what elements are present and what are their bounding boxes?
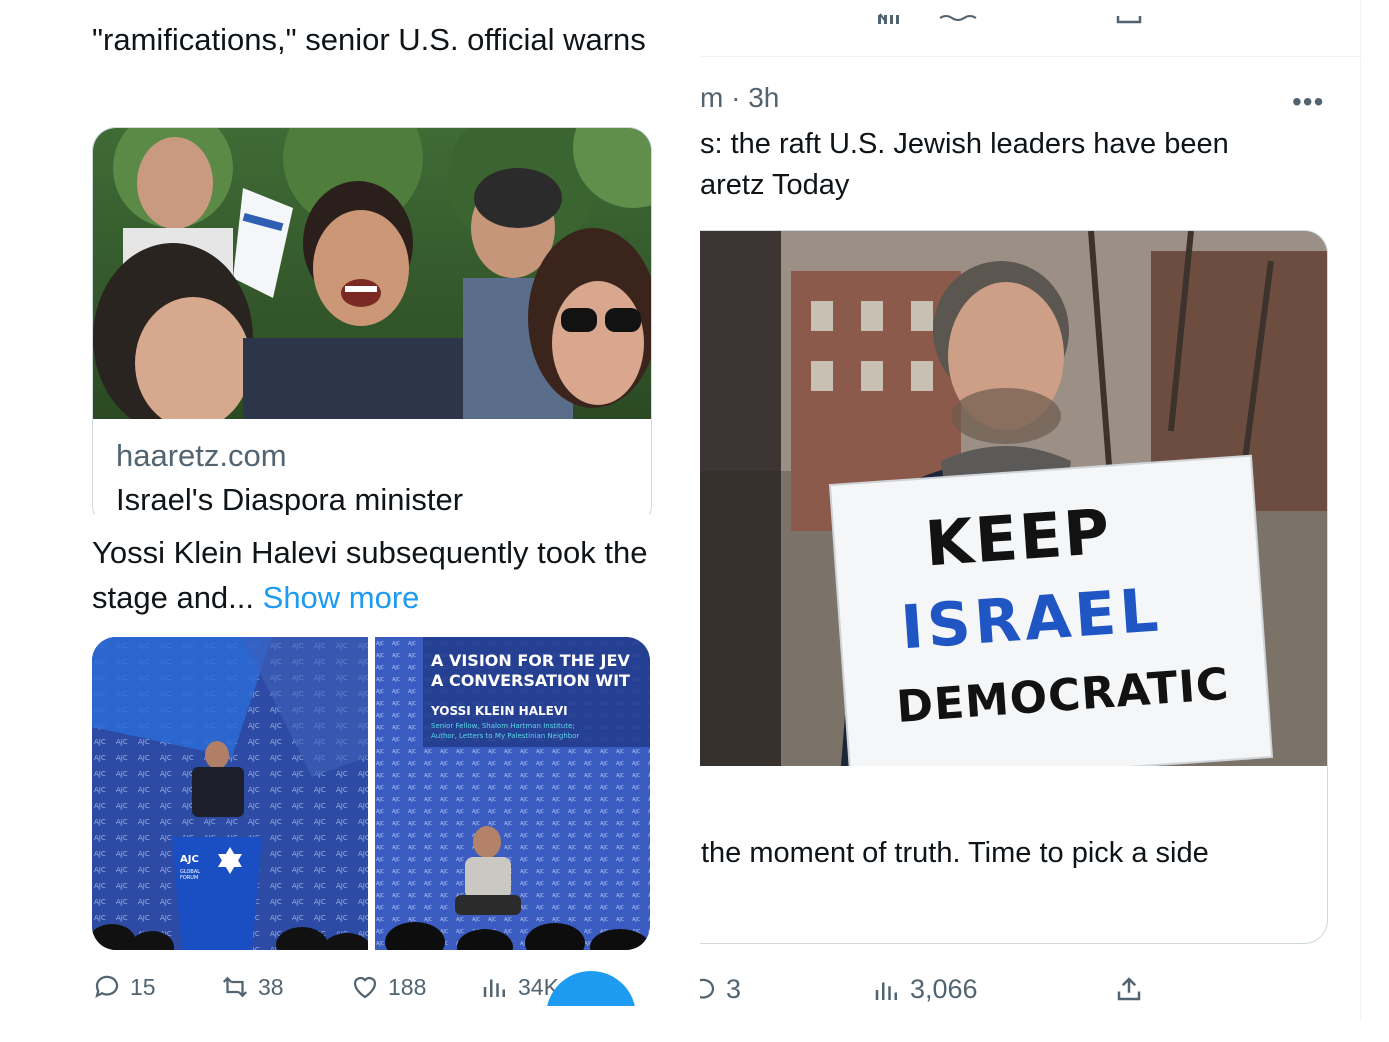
repost-button[interactable]: 38: [220, 972, 284, 1002]
media-photo-conversation[interactable]: AJC A VISION FOR THE JEV A CONVERSATION …: [375, 637, 650, 950]
link-card-image-protester[interactable]: KEEP ISRAEL DEMOCRATIC: [700, 231, 1327, 766]
link-card-domain: haaretz.com: [116, 438, 287, 473]
link-card[interactable]: KEEP ISRAEL DEMOCRATIC the moment of tru…: [700, 230, 1328, 944]
views-button[interactable]: 34K: [480, 972, 559, 1002]
more-options-button[interactable]: •••: [1292, 86, 1324, 118]
reply-count: 3: [726, 974, 742, 1004]
like-count: 188: [388, 973, 427, 1000]
link-card-title[interactable]: the moment of truth. Time to pick a side: [701, 837, 1209, 870]
sign-line-2: ISRAEL: [898, 575, 1165, 664]
reply-button[interactable]: 15: [92, 972, 156, 1002]
media-photo-speaker[interactable]: AJC AJC GLOBAL FORUM: [92, 637, 368, 950]
tweet-text: s: the raft U.S. Jewish leaders have bee…: [700, 128, 1229, 201]
protest-sign: KEEP ISRAEL DEMOCRATIC: [831, 456, 1271, 766]
svg-text:A VISION FOR THE JEV: A VISION FOR THE JEV: [431, 651, 630, 670]
left-tweet: "ramifications," senior U.S. official wa…: [0, 0, 700, 1042]
svg-text:Author, Letters to My Palestin: Author, Letters to My Palestinian Neighb…: [431, 732, 580, 740]
show-more-link[interactable]: Show more: [263, 580, 420, 615]
svg-text:YOSSI KLEIN HALEVI: YOSSI KLEIN HALEVI: [430, 704, 568, 718]
repost-count: 38: [258, 973, 284, 1000]
views-icon: [483, 979, 505, 997]
quoted-headline: "ramifications," senior U.S. official wa…: [92, 22, 646, 57]
svg-text:FORUM: FORUM: [180, 875, 198, 881]
repost-icon: [222, 976, 248, 998]
like-button[interactable]: 188: [350, 972, 426, 1002]
reply-icon: [95, 975, 119, 998]
podium-logo: AJC: [180, 854, 199, 865]
divider: [700, 56, 1362, 57]
views-count: 3,066: [910, 974, 978, 1004]
link-card-image[interactable]: [93, 128, 651, 419]
reply-icon: [700, 978, 715, 999]
views-button[interactable]: 3,066: [872, 974, 978, 1005]
column-border: [1360, 0, 1361, 1020]
link-card-title[interactable]: Israel's Diaspora minister: [116, 482, 463, 518]
sign-line-3: DEMOCRATIC: [894, 658, 1231, 733]
reply-count: 15: [130, 973, 156, 1000]
fab-clip-mask: [540, 1006, 700, 1042]
previous-tweet-actions-partial: [700, 0, 1362, 28]
svg-text:Senior Fellow, Shalom Hartman: Senior Fellow, Shalom Hartman Institute;: [431, 722, 575, 730]
sign-line-1: KEEP: [922, 494, 1114, 581]
reply-button[interactable]: 3: [700, 974, 741, 1005]
share-icon: [1117, 977, 1141, 1001]
media-grid: AJC AJC GLOBAL FORUM: [92, 637, 650, 950]
right-tweet: m · 3h ••• s: the raft U.S. Jewish leade…: [700, 0, 1362, 1042]
tweet-timestamp[interactable]: m · 3h: [700, 82, 779, 114]
tweet-body: Yossi Klein Halevi subsequently took the…: [92, 530, 652, 620]
views-icon: [875, 982, 897, 1000]
svg-text:A CONVERSATION WIT: A CONVERSATION WIT: [431, 671, 630, 690]
link-card[interactable]: haaretz.com Israel's Diaspora minister: [92, 127, 652, 529]
share-button[interactable]: [1114, 974, 1144, 1004]
heart-icon: [353, 976, 377, 999]
